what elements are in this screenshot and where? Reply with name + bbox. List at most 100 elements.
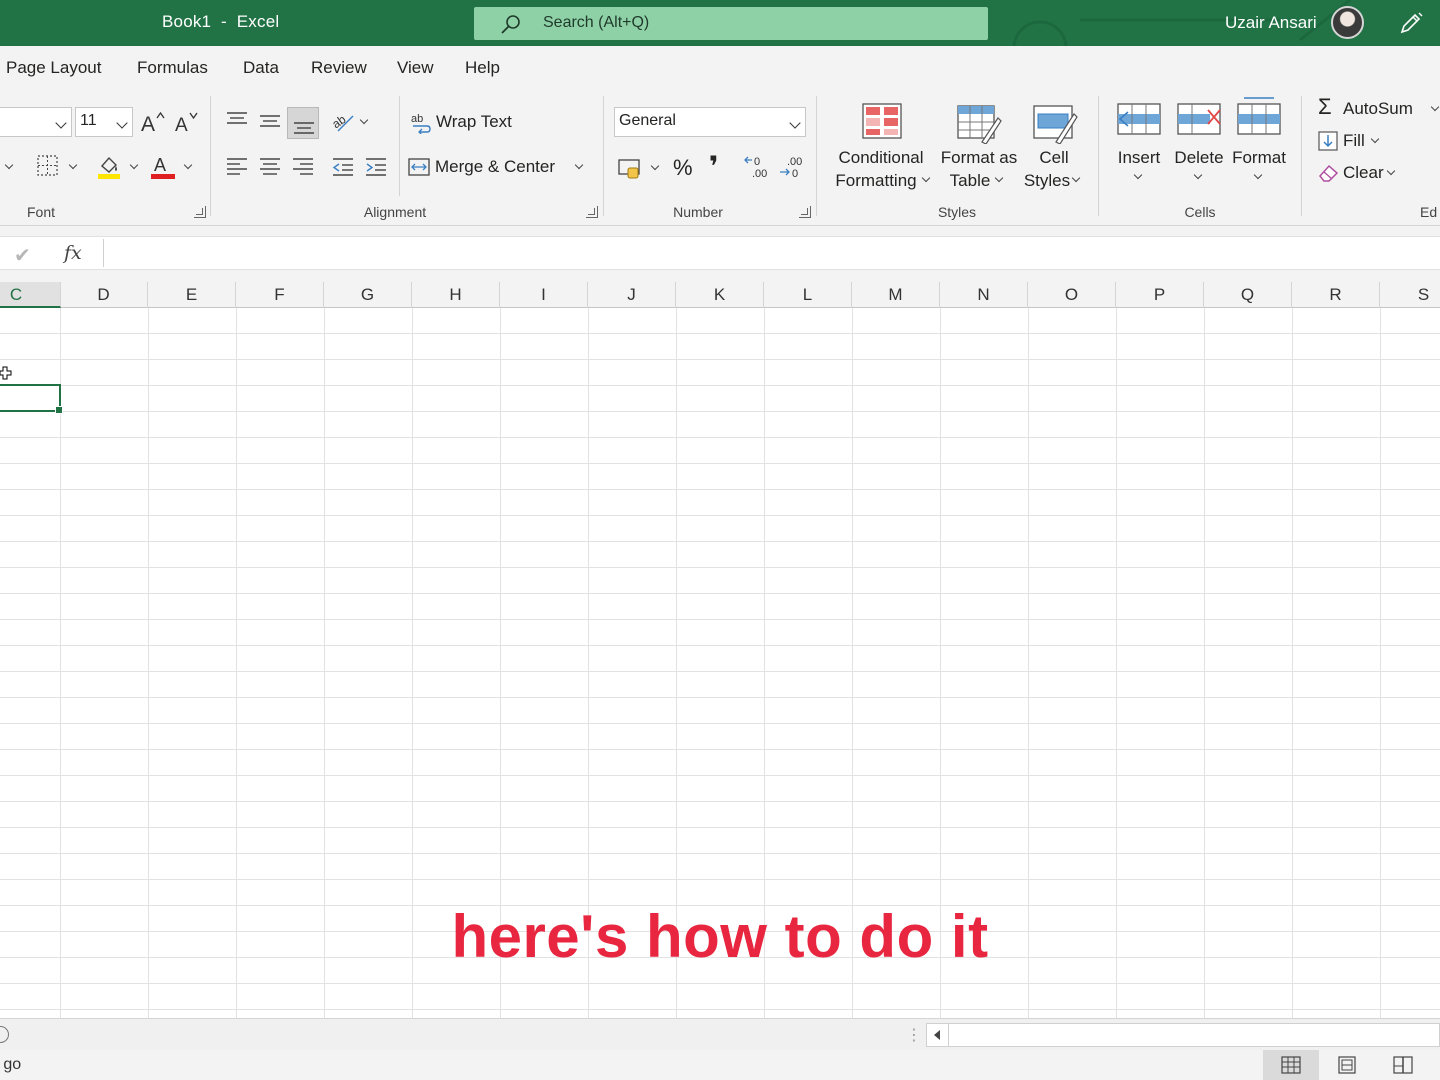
pen-button[interactable] <box>1382 0 1440 46</box>
font-color-dropdown-icon[interactable] <box>183 160 193 170</box>
alignment-group-label: Alignment <box>363 204 427 220</box>
user-name[interactable]: Uzair Ansari <box>1225 13 1317 33</box>
bottom-align-button[interactable] <box>287 107 319 139</box>
status-text: o go <box>0 1056 22 1073</box>
font-name-combo[interactable] <box>0 107 72 137</box>
autosum-label: AutoSum <box>1343 99 1413 118</box>
percent-style-button[interactable]: % <box>673 155 693 181</box>
orientation-dropdown-icon[interactable] <box>359 115 369 125</box>
decrease-indent-icon[interactable] <box>332 156 354 178</box>
column-header-r[interactable]: R <box>1292 282 1380 308</box>
horizontal-scrollbar[interactable] <box>926 1023 1440 1047</box>
column-header-k[interactable]: K <box>676 282 764 308</box>
increase-font-size-icon[interactable]: A <box>140 110 166 134</box>
column-header-e[interactable]: E <box>148 282 236 308</box>
fill-color-icon[interactable] <box>97 154 123 180</box>
chevron-down-icon <box>55 117 67 129</box>
column-header-p[interactable]: P <box>1116 282 1204 308</box>
normal-view-icon <box>1281 1056 1301 1074</box>
column-header-j[interactable]: J <box>588 282 676 308</box>
fill-button[interactable]: Fill <box>1316 128 1386 154</box>
normal-view-button[interactable] <box>1263 1050 1319 1080</box>
alignment-dialog-launcher[interactable] <box>586 206 598 218</box>
underline-dropdown-icon[interactable] <box>4 160 14 170</box>
accounting-dropdown-icon[interactable] <box>650 161 660 171</box>
wrap-text-button[interactable]: ab Wrap Text <box>410 108 525 138</box>
wrap-text-label: Wrap Text <box>436 112 512 131</box>
format-as-table-label-2: Table <box>949 171 991 190</box>
column-header-h[interactable]: H <box>412 282 500 308</box>
comma-style-button[interactable]: ❜ <box>709 150 719 183</box>
autosum-button[interactable]: Σ AutoSum <box>1316 94 1440 122</box>
number-format-combo[interactable]: General <box>614 107 806 137</box>
column-header-s[interactable]: S <box>1380 282 1440 308</box>
decrease-font-size-icon[interactable]: A <box>174 110 200 134</box>
eraser-icon <box>1319 164 1339 182</box>
cell-styles-icon <box>1033 105 1078 144</box>
svg-text:A: A <box>175 115 188 134</box>
merge-center-icon <box>408 158 430 176</box>
top-align-icon[interactable] <box>226 110 248 132</box>
clear-button[interactable]: Clear <box>1316 160 1406 186</box>
column-header-n[interactable]: N <box>940 282 1028 308</box>
borders-dropdown-icon[interactable] <box>68 160 78 170</box>
scroll-left-icon[interactable] <box>927 1024 949 1046</box>
center-align-icon[interactable] <box>259 156 281 178</box>
format-cells-button[interactable]: Format <box>1228 97 1290 200</box>
orientation-icon[interactable]: ab <box>332 110 356 134</box>
chevron-down-icon <box>1133 170 1143 180</box>
tab-formulas[interactable]: Formulas <box>137 58 208 78</box>
align-right-icon[interactable] <box>292 156 314 178</box>
font-dialog-launcher[interactable] <box>194 206 206 218</box>
number-format-value: General <box>619 112 676 129</box>
tab-data[interactable]: Data <box>243 58 279 78</box>
splitter-handle[interactable]: ⋮ <box>906 1025 922 1045</box>
chevron-down-icon <box>789 117 801 129</box>
merge-center-button[interactable]: Merge & Center <box>408 152 593 182</box>
decrease-decimal-icon[interactable]: .00 0 <box>778 154 804 180</box>
borders-icon[interactable] <box>36 154 60 178</box>
worksheet-grid[interactable]: here's how to do it <box>0 308 1440 1018</box>
increase-decimal-icon[interactable]: 0 .00 <box>744 154 770 180</box>
middle-align-icon[interactable] <box>259 110 281 132</box>
column-header-f[interactable]: F <box>236 282 324 308</box>
increase-indent-icon[interactable] <box>365 156 387 178</box>
tab-help[interactable]: Help <box>465 58 500 78</box>
avatar[interactable] <box>1331 6 1364 39</box>
enter-check-icon[interactable]: ✔ <box>14 243 31 268</box>
number-dialog-launcher[interactable] <box>799 206 811 218</box>
conditional-formatting-button[interactable]: Conditional Formatting <box>826 100 936 200</box>
font-color-icon[interactable]: A <box>151 154 175 180</box>
accounting-format-icon[interactable] <box>617 156 643 180</box>
column-header-i[interactable]: I <box>500 282 588 308</box>
merge-center-label: Merge & Center <box>435 157 555 176</box>
page-layout-view-button[interactable] <box>1319 1050 1375 1080</box>
delete-cells-button[interactable]: Delete <box>1170 100 1228 200</box>
search-box[interactable]: Search (Alt+Q) <box>474 7 988 40</box>
column-header-m[interactable]: M <box>852 282 940 308</box>
ribbon: 11 A A A Font ab ab Wrap Text Merge & Ce… <box>0 92 1440 226</box>
page-break-view-button[interactable] <box>1375 1050 1431 1080</box>
active-cell[interactable] <box>0 384 63 414</box>
column-header-o[interactable]: O <box>1028 282 1116 308</box>
column-header-l[interactable]: L <box>764 282 852 308</box>
tab-page-layout[interactable]: Page Layout <box>6 58 101 78</box>
insert-cells-icon <box>1117 103 1161 135</box>
conditional-formatting-label-2: Formatting <box>835 171 917 190</box>
align-left-icon[interactable] <box>226 156 248 178</box>
insert-cells-button[interactable]: Insert <box>1110 100 1168 200</box>
insert-function-button[interactable]: fx <box>64 242 82 264</box>
cell-styles-button[interactable]: Cell Styles <box>1022 100 1088 200</box>
group-separator <box>1301 96 1302 216</box>
font-size-combo[interactable]: 11 <box>75 107 133 137</box>
tab-view[interactable]: View <box>397 58 434 78</box>
column-header-d[interactable]: D <box>60 282 148 308</box>
column-header-q[interactable]: Q <box>1204 282 1292 308</box>
formula-input[interactable] <box>106 238 1440 268</box>
add-sheet-button[interactable] <box>0 1026 9 1043</box>
column-header-g[interactable]: G <box>324 282 412 308</box>
format-as-table-button[interactable]: Format as Table <box>938 100 1020 200</box>
column-header-c[interactable]: C <box>0 282 61 308</box>
tab-review[interactable]: Review <box>311 58 367 78</box>
fill-color-dropdown-icon[interactable] <box>129 160 139 170</box>
